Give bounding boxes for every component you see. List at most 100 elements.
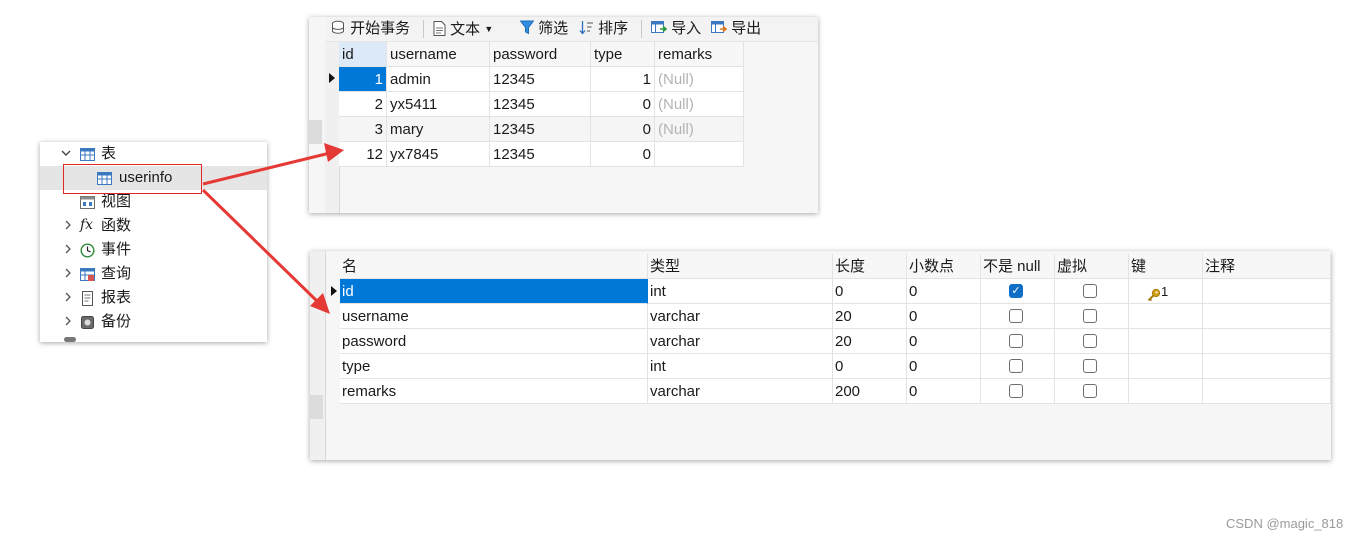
filter-button[interactable]: 筛选 [519, 17, 568, 41]
chevron-right-icon[interactable] [62, 238, 74, 262]
cell-field-not-null[interactable] [981, 379, 1055, 404]
chevron-down-icon[interactable] [60, 142, 72, 166]
not-null-checkbox[interactable] [1009, 384, 1023, 398]
tree-item-tables[interactable]: 表 [40, 142, 267, 166]
column-header-virtual[interactable]: 虚拟 [1055, 254, 1129, 279]
cell-field-comment[interactable] [1203, 279, 1331, 304]
cell-field-type[interactable]: varchar [648, 379, 833, 404]
cell-field-length[interactable]: 0 [833, 279, 907, 304]
virtual-checkbox[interactable] [1083, 384, 1097, 398]
chevron-right-icon[interactable] [62, 286, 74, 310]
cell-field-name[interactable]: password [340, 329, 648, 354]
column-header-key[interactable]: 键 [1129, 254, 1203, 279]
column-header-type[interactable]: 类型 [648, 254, 833, 279]
not-null-checkbox[interactable] [1009, 359, 1023, 373]
vertical-scroll-thumb[interactable] [309, 120, 322, 144]
cell-password[interactable]: 12345 [490, 92, 591, 117]
cell-field-type[interactable]: int [648, 354, 833, 379]
column-header-not-null[interactable]: 不是 null [981, 254, 1055, 279]
vertical-scroll-thumb[interactable] [310, 395, 323, 419]
cell-field-comment[interactable] [1203, 354, 1331, 379]
cell-remarks[interactable]: (Null) [655, 92, 744, 117]
chevron-right-icon[interactable] [62, 310, 74, 334]
cell-field-length[interactable]: 0 [833, 354, 907, 379]
column-header-type[interactable]: type [591, 42, 655, 67]
chevron-right-icon[interactable] [62, 262, 74, 286]
cell-field-key[interactable] [1129, 354, 1203, 379]
column-header-remarks[interactable]: remarks [655, 42, 744, 67]
cell-field-decimals[interactable]: 0 [907, 379, 981, 404]
not-null-checkbox[interactable] [1009, 309, 1023, 323]
caret-down-icon[interactable]: ▼ [484, 24, 493, 34]
cell-field-not-null[interactable] [981, 304, 1055, 329]
cell-field-length[interactable]: 200 [833, 379, 907, 404]
tree-item-backups[interactable]: 备份 [40, 310, 267, 334]
not-null-checkbox[interactable]: ✓ [1009, 284, 1023, 298]
column-header-name[interactable]: 名 [340, 254, 648, 279]
cell-field-decimals[interactable]: 0 [907, 304, 981, 329]
cell-field-virtual[interactable] [1055, 379, 1129, 404]
cell-field-name[interactable]: remarks [340, 379, 648, 404]
begin-transaction-button[interactable]: 开始事务 [331, 17, 410, 41]
cell-field-not-null[interactable] [981, 329, 1055, 354]
cell-remarks[interactable] [655, 142, 744, 167]
cell-field-type[interactable]: varchar [648, 304, 833, 329]
cell-field-virtual[interactable] [1055, 329, 1129, 354]
cell-field-length[interactable]: 20 [833, 304, 907, 329]
virtual-checkbox[interactable] [1083, 309, 1097, 323]
cell-remarks[interactable]: (Null) [655, 117, 744, 142]
cell-field-type[interactable]: int [648, 279, 833, 304]
cell-field-key[interactable] [1129, 379, 1203, 404]
cell-field-key[interactable] [1129, 329, 1203, 354]
column-header-password[interactable]: password [490, 42, 591, 67]
cell-field-virtual[interactable] [1055, 354, 1129, 379]
cell-field-decimals[interactable]: 0 [907, 279, 981, 304]
cell-id[interactable]: 1 [339, 67, 387, 92]
cell-field-not-null[interactable]: ✓ [981, 279, 1055, 304]
cell-field-not-null[interactable] [981, 354, 1055, 379]
cell-field-decimals[interactable]: 0 [907, 354, 981, 379]
cell-field-name[interactable]: type [340, 354, 648, 379]
text-view-button[interactable]: 文本 ▼ [433, 17, 493, 41]
tree-item-reports[interactable]: 报表 [40, 286, 267, 310]
export-button[interactable]: 导出 [711, 17, 761, 41]
cell-username[interactable]: yx5411 [387, 92, 490, 117]
virtual-checkbox[interactable] [1083, 334, 1097, 348]
cell-field-name[interactable]: id [340, 279, 648, 304]
sort-button[interactable]: 排序 [579, 17, 628, 41]
cell-id[interactable]: 3 [339, 117, 387, 142]
column-header-username[interactable]: username [387, 42, 490, 67]
cell-field-comment[interactable] [1203, 304, 1331, 329]
tree-item-queries[interactable]: 查询 [40, 262, 267, 286]
tree-item-functions[interactable]: fx 函数 [40, 214, 267, 238]
cell-id[interactable]: 2 [339, 92, 387, 117]
cell-field-comment[interactable] [1203, 379, 1331, 404]
column-header-decimals[interactable]: 小数点 [907, 254, 981, 279]
cell-field-length[interactable]: 20 [833, 329, 907, 354]
cell-username[interactable]: mary [387, 117, 490, 142]
chevron-right-icon[interactable] [62, 214, 74, 238]
cell-password[interactable]: 12345 [490, 142, 591, 167]
cell-type[interactable]: 0 [591, 92, 655, 117]
column-header-id[interactable]: id [339, 42, 387, 67]
column-header-length[interactable]: 长度 [833, 254, 907, 279]
cell-password[interactable]: 12345 [490, 67, 591, 92]
cell-field-name[interactable]: username [340, 304, 648, 329]
cell-password[interactable]: 12345 [490, 117, 591, 142]
cell-field-type[interactable]: varchar [648, 329, 833, 354]
column-header-comment[interactable]: 注释 [1203, 254, 1331, 279]
tree-item-events[interactable]: 事件 [40, 238, 267, 262]
cell-field-key[interactable]: 1 [1129, 279, 1203, 304]
cell-type[interactable]: 0 [591, 142, 655, 167]
cell-field-virtual[interactable] [1055, 279, 1129, 304]
cell-field-decimals[interactable]: 0 [907, 329, 981, 354]
virtual-checkbox[interactable] [1083, 284, 1097, 298]
cell-username[interactable]: admin [387, 67, 490, 92]
not-null-checkbox[interactable] [1009, 334, 1023, 348]
import-button[interactable]: 导入 [651, 17, 701, 41]
cell-field-key[interactable] [1129, 304, 1203, 329]
virtual-checkbox[interactable] [1083, 359, 1097, 373]
cell-id[interactable]: 12 [339, 142, 387, 167]
cell-field-virtual[interactable] [1055, 304, 1129, 329]
cell-type[interactable]: 1 [591, 67, 655, 92]
